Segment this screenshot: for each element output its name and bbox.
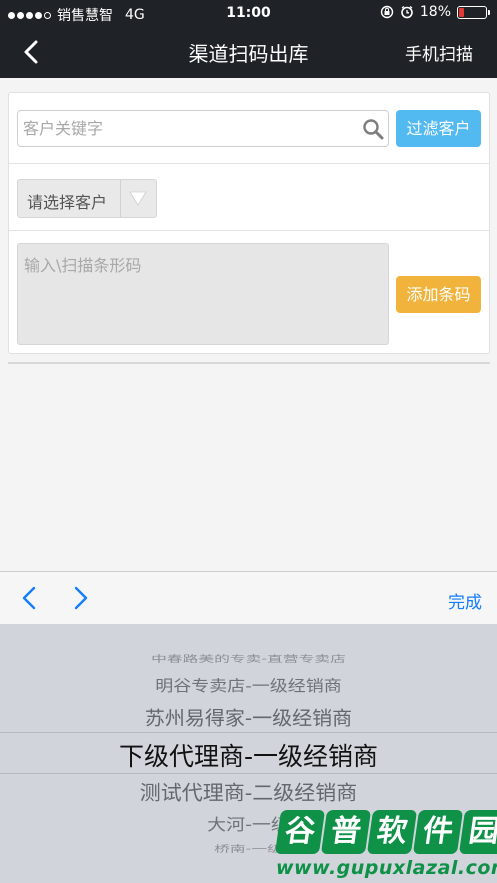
picker-option[interactable]: 苏州易得家-一级经销商	[0, 703, 497, 731]
watermark-char: 软	[366, 810, 418, 854]
customer-keyword-input[interactable]	[23, 111, 343, 146]
watermark-chars: 谷普软件园	[274, 810, 497, 854]
battery-percentage: 18%	[419, 4, 451, 20]
site-watermark-logo: 谷普软件园 www.gupuxlazal.com	[270, 810, 497, 883]
rotation-lock-icon	[380, 5, 394, 19]
chevron-left-icon[interactable]	[18, 585, 42, 611]
picker-option[interactable]: 测试代理商-二级经销商	[0, 778, 497, 807]
picker-option[interactable]: 中春路美的专卖-直营专卖店	[0, 652, 497, 665]
battery-level-fill	[459, 7, 464, 17]
watermark-char: 园	[458, 810, 497, 854]
navigation-bar: 渠道扫码出库 手机扫描	[0, 26, 497, 78]
card-bottom-border	[8, 362, 490, 364]
customer-select-label: 请选择客户	[27, 193, 108, 212]
done-button[interactable]: 完成	[448, 588, 482, 613]
chevron-right-icon[interactable]	[68, 585, 92, 611]
picker-option[interactable]: 明谷专卖店-一级经销商	[0, 674, 497, 696]
battery-icon	[457, 5, 490, 19]
picker-option-selected[interactable]: 下级代理商-一级经销商	[0, 737, 497, 773]
watermark-char: 谷	[274, 810, 326, 854]
select-separator	[120, 180, 121, 217]
status-bar: 销售慧智 4G 11:00 18%	[0, 0, 497, 26]
picker-toolbar: 完成	[0, 571, 497, 624]
watermark-char: 件	[412, 810, 464, 854]
customer-search-box	[17, 110, 389, 147]
barcode-input[interactable]	[17, 243, 389, 345]
divider	[9, 230, 489, 231]
alarm-icon	[401, 5, 413, 19]
status-right: 18%	[380, 4, 490, 20]
triangle-down-icon	[129, 191, 147, 206]
add-barcode-button[interactable]: 添加条码	[396, 276, 481, 313]
divider	[9, 163, 489, 164]
scan-form-card: 过滤客户 请选择客户 添加条码	[8, 92, 490, 354]
filter-customer-button[interactable]: 过滤客户	[396, 110, 481, 147]
watermark-char: 普	[320, 810, 372, 854]
watermark-url: www.gupuxlazal.com	[276, 857, 497, 879]
mobile-scan-button[interactable]: 手机扫描	[405, 40, 473, 65]
search-icon[interactable]	[362, 118, 384, 140]
customer-select[interactable]: 请选择客户	[17, 179, 157, 218]
